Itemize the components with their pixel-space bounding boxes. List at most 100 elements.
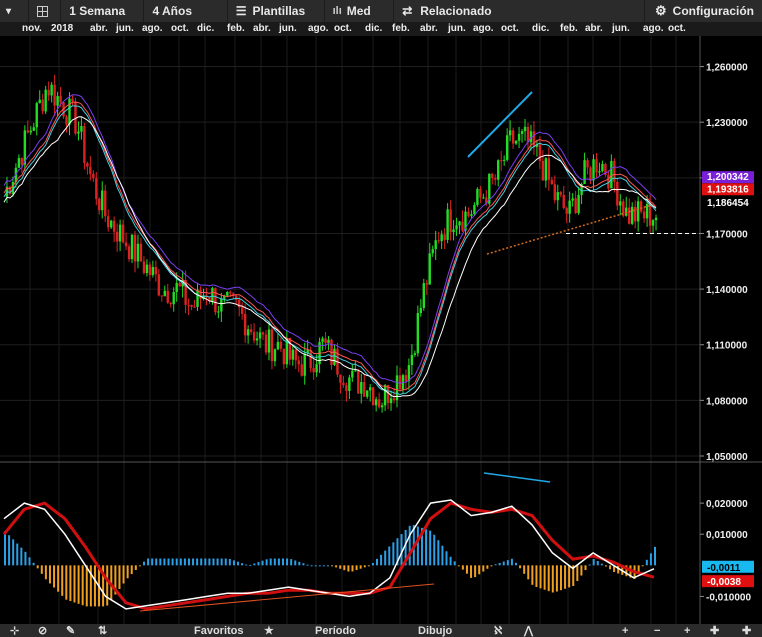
- gear-icon: ⚙: [655, 3, 667, 18]
- histogram-bar: [81, 565, 84, 606]
- pattern-icon: ⋀: [524, 625, 534, 637]
- candle-body: [413, 353, 417, 355]
- histogram-bar: [531, 565, 534, 585]
- macd-tick-label: 0,020000: [706, 499, 748, 510]
- cross-icon: ✚: [742, 625, 752, 637]
- settings-button[interactable]: ⚙ Configuración: [645, 0, 762, 22]
- favorites-button[interactable]: Favoritos: [194, 624, 244, 637]
- candle-body: [312, 368, 315, 373]
- settings-label: Configuración: [672, 4, 754, 18]
- price-tick-label: 1,260000: [706, 63, 748, 74]
- candle-body: [571, 198, 574, 201]
- candle-body: [246, 329, 250, 336]
- studies-button[interactable]: ılı Med: [325, 0, 395, 22]
- crosshair-icon: ✚: [710, 625, 720, 637]
- candle-body: [595, 159, 598, 173]
- candle-body: [458, 221, 461, 226]
- studies-icon: ılı: [332, 5, 342, 17]
- related-button[interactable]: ⇄ Relacionado: [394, 0, 646, 22]
- histogram-bar: [228, 558, 231, 566]
- candle-body: [479, 188, 482, 198]
- templates-button[interactable]: ☰ Plantillas: [228, 0, 325, 22]
- histogram-bar: [564, 565, 567, 589]
- candle-body: [440, 234, 443, 242]
- period-button[interactable]: Período: [315, 624, 356, 637]
- top-toolbar: ▾ 1 Semana 4 Años ☰ Plantillas ılı Med ⇄…: [0, 0, 762, 23]
- candle-body: [300, 364, 303, 376]
- histogram-bar: [163, 558, 166, 566]
- candle-body: [50, 84, 53, 96]
- histogram-bar: [486, 565, 489, 569]
- candle-body: [294, 349, 297, 361]
- histogram-bar: [171, 558, 174, 566]
- fit-button[interactable]: ✚: [710, 624, 719, 637]
- star-button[interactable]: ★: [264, 624, 274, 637]
- time-label: jun.: [279, 23, 297, 34]
- candle-body: [541, 161, 545, 181]
- macd-tick-label: -0,010000: [706, 592, 751, 603]
- candle-body: [112, 220, 116, 232]
- candle-body: [574, 198, 577, 214]
- zoom-in-button[interactable]: +: [622, 624, 628, 637]
- candle-body: [199, 289, 202, 299]
- range-selector[interactable]: 4 Años: [144, 0, 228, 22]
- price-tick-label: 1,080000: [706, 396, 748, 407]
- histogram-bar: [461, 565, 464, 570]
- histogram-bar: [527, 565, 530, 580]
- time-axis: nov. 2018 abr. jun. ago. oct. dic. feb. …: [0, 22, 762, 36]
- candle-body: [270, 329, 274, 362]
- histogram-bar: [588, 564, 591, 566]
- arrow-icon: ⇅: [98, 625, 108, 637]
- sliders-icon: ☰: [235, 4, 247, 18]
- histogram-bar: [118, 565, 121, 590]
- candle-body: [577, 194, 580, 214]
- candle-body: [360, 382, 363, 394]
- candle-body: [196, 289, 199, 307]
- candle-body: [654, 217, 658, 221]
- time-label: jun.: [612, 23, 630, 34]
- histogram-bar: [339, 565, 342, 569]
- candle-body: [160, 295, 163, 297]
- crosshair-button[interactable]: ⊹: [10, 624, 19, 637]
- macd-badge-label: -0,0011: [707, 563, 741, 574]
- histogram-bar: [212, 558, 215, 566]
- interval-selector[interactable]: 1 Semana: [61, 0, 145, 22]
- layout-button[interactable]: [29, 0, 62, 22]
- time-label: abr.: [585, 23, 603, 34]
- time-label: nov.: [22, 23, 42, 34]
- candle-body: [264, 334, 268, 353]
- pencil-button[interactable]: ✎: [66, 624, 75, 637]
- candle-body: [419, 307, 423, 314]
- signal-badge-label: -0,0038: [707, 577, 741, 588]
- candle-body: [17, 158, 21, 168]
- add-button[interactable]: +: [684, 624, 690, 637]
- time-label: ago.: [308, 23, 329, 34]
- histogram-bar: [40, 565, 43, 574]
- candle-body: [565, 207, 568, 214]
- candle-body: [645, 203, 649, 219]
- histogram-bar: [298, 561, 301, 566]
- toggle-sidebar-button[interactable]: ▾: [0, 0, 29, 22]
- candle-body: [342, 382, 345, 386]
- pattern-button[interactable]: ⋀: [524, 624, 533, 637]
- histogram-bar: [36, 565, 39, 569]
- candle-body: [351, 370, 354, 378]
- histogram-bar: [347, 565, 350, 572]
- no-draw-button[interactable]: ⊘: [38, 624, 47, 637]
- candle-body: [115, 231, 119, 242]
- histogram-bar: [445, 551, 448, 566]
- chart-area[interactable]: 1,2600001,2300001,2000001,1700001,140000…: [0, 36, 762, 624]
- zoom-out-button[interactable]: −: [654, 624, 660, 637]
- arrows-button[interactable]: ⇅: [98, 624, 107, 637]
- histogram-bar: [261, 560, 264, 566]
- candle-body: [443, 234, 446, 240]
- fib-button[interactable]: ℵ: [494, 624, 502, 637]
- fullscreen-button[interactable]: ✚: [742, 624, 751, 637]
- macd-line: [3, 499, 655, 610]
- candle-body: [101, 190, 104, 211]
- period-label: Período: [315, 624, 356, 637]
- histogram-bar: [290, 559, 293, 566]
- histogram-bar: [649, 553, 652, 566]
- drawing-button[interactable]: Dibujo: [418, 624, 452, 637]
- histogram-bar: [433, 534, 436, 566]
